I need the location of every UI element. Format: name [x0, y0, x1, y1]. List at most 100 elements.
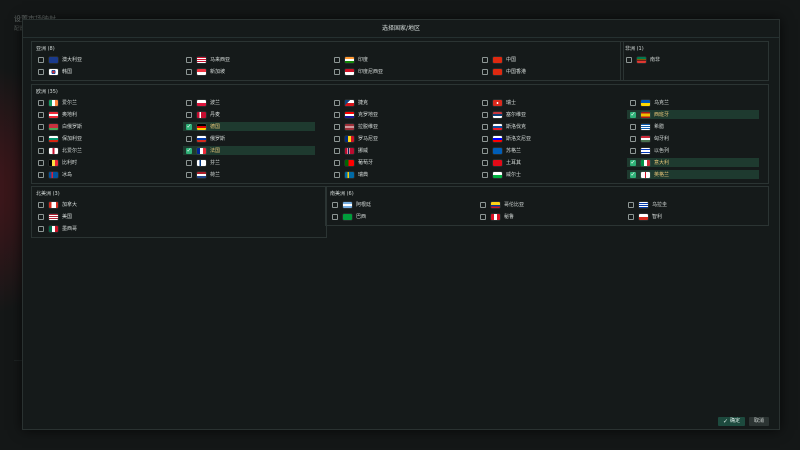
country-checkbox[interactable] [38, 111, 44, 118]
country-checkbox[interactable] [480, 201, 486, 208]
country-checkbox[interactable] [332, 213, 338, 220]
country-checkbox[interactable] [38, 99, 44, 106]
country-checkbox[interactable] [186, 68, 192, 75]
country-item-at[interactable]: 奥地利 [35, 110, 167, 119]
country-item-au[interactable]: 澳大利亚 [35, 55, 167, 64]
country-checkbox[interactable] [334, 123, 340, 130]
country-item-dk[interactable]: 丹麦 [183, 110, 315, 119]
country-item-nir[interactable]: 北爱尔兰 [35, 146, 167, 155]
country-checkbox[interactable] [332, 201, 338, 208]
country-item-in[interactable]: 印度 [331, 55, 463, 64]
country-checkbox[interactable] [186, 99, 192, 106]
country-checkbox[interactable] [482, 68, 488, 75]
country-checkbox[interactable] [38, 159, 44, 166]
country-checkbox[interactable] [628, 213, 634, 220]
country-item-ie[interactable]: 爱尔兰 [35, 98, 167, 107]
country-item-tr[interactable]: 土耳其 [479, 158, 611, 167]
country-item-nl[interactable]: 荷兰 [183, 170, 315, 179]
country-checkbox[interactable] [482, 56, 488, 63]
country-item-be[interactable]: 比利时 [35, 158, 167, 167]
country-item-pt[interactable]: 葡萄牙 [331, 158, 463, 167]
country-item-fr[interactable]: ✓ 法国 [183, 146, 315, 155]
country-checkbox[interactable]: ✓ [630, 111, 636, 118]
country-checkbox[interactable] [38, 68, 44, 75]
country-item-kr[interactable]: 韩国 [35, 67, 167, 76]
country-item-rs[interactable]: 塞尔维亚 [479, 110, 611, 119]
country-item-no[interactable]: 挪威 [331, 146, 463, 155]
country-item-il[interactable]: 以色列 [627, 146, 759, 155]
cancel-button[interactable]: 取消 [748, 417, 769, 426]
country-item-is[interactable]: 冰岛 [35, 170, 167, 179]
country-checkbox[interactable] [38, 171, 44, 178]
country-checkbox[interactable] [186, 171, 192, 178]
country-checkbox[interactable] [630, 123, 636, 130]
country-item-pl[interactable]: 波兰 [183, 98, 315, 107]
country-item-fi[interactable]: 芬兰 [183, 158, 315, 167]
country-checkbox[interactable] [482, 135, 488, 142]
country-item-ua[interactable]: 乌克兰 [627, 98, 759, 107]
country-checkbox[interactable] [482, 147, 488, 154]
country-item-za[interactable]: 南非 [623, 55, 755, 64]
country-item-mx[interactable]: 墨西哥 [35, 224, 167, 233]
country-checkbox[interactable] [630, 147, 636, 154]
country-item-br[interactable]: 巴西 [329, 212, 461, 221]
confirm-button[interactable]: ✓ 确定 [717, 417, 745, 426]
country-checkbox[interactable] [334, 159, 340, 166]
country-checkbox[interactable] [38, 56, 44, 63]
country-checkbox[interactable] [334, 56, 340, 63]
country-checkbox[interactable]: ✓ [186, 123, 192, 130]
country-checkbox[interactable] [334, 99, 340, 106]
country-item-co[interactable]: 哥伦比亚 [477, 200, 609, 209]
country-checkbox[interactable] [334, 68, 340, 75]
country-checkbox[interactable] [626, 56, 632, 63]
country-item-es[interactable]: ✓ 西班牙 [627, 110, 759, 119]
country-item-pe[interactable]: 秘鲁 [477, 212, 609, 221]
country-checkbox[interactable] [482, 111, 488, 118]
country-item-ru[interactable]: 俄罗斯 [183, 134, 315, 143]
country-item-lv[interactable]: 拉脱维亚 [331, 122, 463, 131]
country-item-eng[interactable]: ✓ 英格兰 [627, 170, 759, 179]
country-item-hk[interactable]: 中国香港 [479, 67, 611, 76]
country-item-hu[interactable]: 匈牙利 [627, 134, 759, 143]
country-item-cl[interactable]: 智利 [625, 212, 757, 221]
country-checkbox[interactable]: ✓ [630, 159, 636, 166]
country-item-it[interactable]: ✓ 意大利 [627, 158, 759, 167]
country-item-cz[interactable]: 捷克 [331, 98, 463, 107]
country-item-sk[interactable]: 斯洛伐克 [479, 122, 611, 131]
country-checkbox[interactable] [628, 201, 634, 208]
country-item-cn[interactable]: 中国 [479, 55, 611, 64]
country-item-ar[interactable]: 阿根廷 [329, 200, 461, 209]
country-item-de[interactable]: ✓ 德国 [183, 122, 315, 131]
country-checkbox[interactable] [482, 123, 488, 130]
country-item-id[interactable]: 印度尼西亚 [331, 67, 463, 76]
country-item-sct[interactable]: 苏格兰 [479, 146, 611, 155]
country-checkbox[interactable] [186, 111, 192, 118]
country-checkbox[interactable] [38, 225, 44, 232]
country-item-hr[interactable]: 克罗地亚 [331, 110, 463, 119]
country-checkbox[interactable] [38, 201, 44, 208]
country-checkbox[interactable] [186, 56, 192, 63]
country-item-wls[interactable]: 威尔士 [479, 170, 611, 179]
country-checkbox[interactable] [38, 135, 44, 142]
country-checkbox[interactable] [482, 159, 488, 166]
country-item-uy[interactable]: 乌拉圭 [625, 200, 757, 209]
country-item-si[interactable]: 斯洛文尼亚 [479, 134, 611, 143]
country-checkbox[interactable] [38, 213, 44, 220]
country-checkbox[interactable] [38, 123, 44, 130]
country-item-ro[interactable]: 罗马尼亚 [331, 134, 463, 143]
country-item-ca[interactable]: 加拿大 [35, 200, 167, 209]
country-item-se[interactable]: 瑞典 [331, 170, 463, 179]
country-checkbox[interactable] [334, 171, 340, 178]
country-checkbox[interactable] [334, 135, 340, 142]
country-checkbox[interactable]: ✓ [630, 171, 636, 178]
country-checkbox[interactable] [334, 147, 340, 154]
country-checkbox[interactable] [630, 135, 636, 142]
country-checkbox[interactable] [482, 99, 488, 106]
country-item-ch[interactable]: 瑞士 [479, 98, 611, 107]
country-checkbox[interactable] [186, 159, 192, 166]
country-checkbox[interactable] [482, 171, 488, 178]
country-item-us[interactable]: 美国 [35, 212, 167, 221]
country-checkbox[interactable]: ✓ [186, 147, 192, 154]
country-item-bg[interactable]: 保加利亚 [35, 134, 167, 143]
country-checkbox[interactable] [334, 111, 340, 118]
